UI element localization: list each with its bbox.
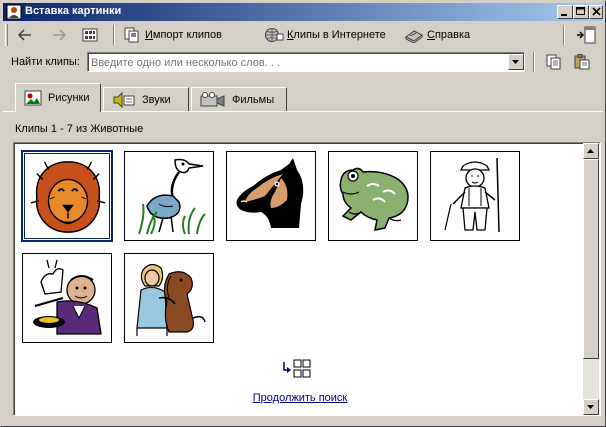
lion-clipart — [30, 161, 106, 233]
online-clips-button[interactable]: Клипы в Интернете — [261, 24, 389, 46]
toolbar-separator — [113, 25, 115, 45]
scroll-down-button[interactable] — [583, 399, 599, 415]
restore-window-icon — [577, 26, 596, 44]
help-label: Справка — [427, 29, 471, 41]
clip-art-window: Вставка картинки Импорт клипов Клипы в И… — [0, 0, 606, 427]
search-input[interactable] — [91, 55, 501, 71]
speaker-icon — [113, 91, 135, 108]
tab-pictures-label: Рисунки — [48, 92, 90, 104]
minimize-icon — [561, 14, 567, 16]
heron-clipart — [138, 158, 206, 235]
chevron-up-icon — [587, 149, 594, 153]
forward-arrow-icon — [53, 29, 67, 41]
title-bar[interactable]: Вставка картинки — [3, 3, 603, 21]
thumbnail-view-icon — [82, 28, 98, 42]
tab-sounds-label: Звуки — [142, 93, 171, 106]
maximize-button[interactable] — [573, 5, 589, 19]
copy-icon — [546, 54, 561, 70]
search-row: Найти клипы: — [3, 49, 603, 75]
close-icon — [592, 7, 601, 16]
globe-icon — [265, 28, 284, 42]
tab-sounds[interactable]: Звуки — [103, 87, 189, 111]
horse-clipart — [236, 158, 304, 228]
import-clips-label: Импорт клипов — [145, 29, 222, 41]
minimize-button[interactable] — [557, 5, 573, 19]
toolbar-grip[interactable] — [5, 24, 8, 46]
results-status: Клипы 1 - 7 из Животные — [15, 123, 144, 135]
pictures-icon — [24, 90, 42, 106]
clip-frog[interactable] — [328, 151, 418, 241]
clip-horse[interactable] — [226, 151, 316, 241]
magician-clipart — [33, 259, 102, 335]
girl-with-dog-clipart — [136, 263, 206, 336]
clip-girl-with-dog[interactable] — [124, 253, 214, 343]
chevron-down-icon — [512, 60, 519, 64]
back-arrow-icon — [17, 29, 31, 41]
scroll-thumb[interactable] — [583, 159, 599, 359]
clip-heron[interactable] — [124, 151, 214, 241]
clip-magician[interactable] — [22, 253, 112, 343]
continue-search-link[interactable]: Продолжить поиск — [235, 392, 365, 404]
clip-gallery: Продолжить поиск — [13, 142, 601, 416]
clips-panel: Клипы 1 - 7 из Животные Продолжить поиск — [3, 112, 603, 426]
window-title: Вставка картинки — [25, 5, 122, 17]
paste-icon — [574, 54, 590, 70]
copy-button[interactable] — [543, 51, 565, 73]
online-clips-label: Клипы в Интернете — [287, 29, 386, 41]
tab-pictures[interactable]: Рисунки — [15, 83, 101, 112]
frog-clipart — [339, 167, 409, 231]
toolbar-separator-right — [563, 25, 565, 45]
scroll-up-button[interactable] — [583, 143, 599, 159]
import-clips-button[interactable]: Импорт клипов — [121, 24, 225, 46]
search-dropdown-button[interactable] — [508, 54, 524, 70]
search-separator — [533, 52, 535, 72]
search-label: Найти клипы: — [11, 56, 80, 68]
paste-button[interactable] — [571, 51, 593, 73]
help-book-icon — [405, 30, 423, 43]
chevron-down-icon — [587, 405, 594, 409]
tab-movies[interactable]: Фильмы — [191, 87, 287, 111]
film-camera-icon — [200, 91, 225, 107]
clip-lion[interactable] — [21, 150, 113, 242]
import-clips-icon — [124, 27, 139, 43]
back-button[interactable] — [13, 24, 37, 46]
farmer-clipart — [444, 157, 500, 233]
tab-movies-label: Фильмы — [232, 93, 275, 106]
view-button[interactable] — [79, 24, 103, 46]
forward-button[interactable] — [47, 24, 71, 46]
clip-farmer[interactable] — [430, 151, 520, 241]
help-button[interactable]: Справка — [401, 24, 473, 46]
search-combo[interactable] — [87, 52, 525, 72]
clip-art-app-icon — [6, 4, 22, 20]
vertical-scrollbar[interactable] — [583, 143, 599, 415]
change-to-small-window-button[interactable] — [573, 24, 599, 46]
close-button[interactable] — [589, 5, 603, 19]
tab-strip: Рисунки Звуки Фильмы — [3, 81, 603, 112]
toolbar: Импорт клипов Клипы в Интернете Справка — [3, 22, 603, 48]
clip-gallery-viewport: Продолжить поиск — [14, 143, 583, 415]
continue-search-icon[interactable] — [282, 358, 312, 380]
maximize-icon — [576, 7, 585, 15]
